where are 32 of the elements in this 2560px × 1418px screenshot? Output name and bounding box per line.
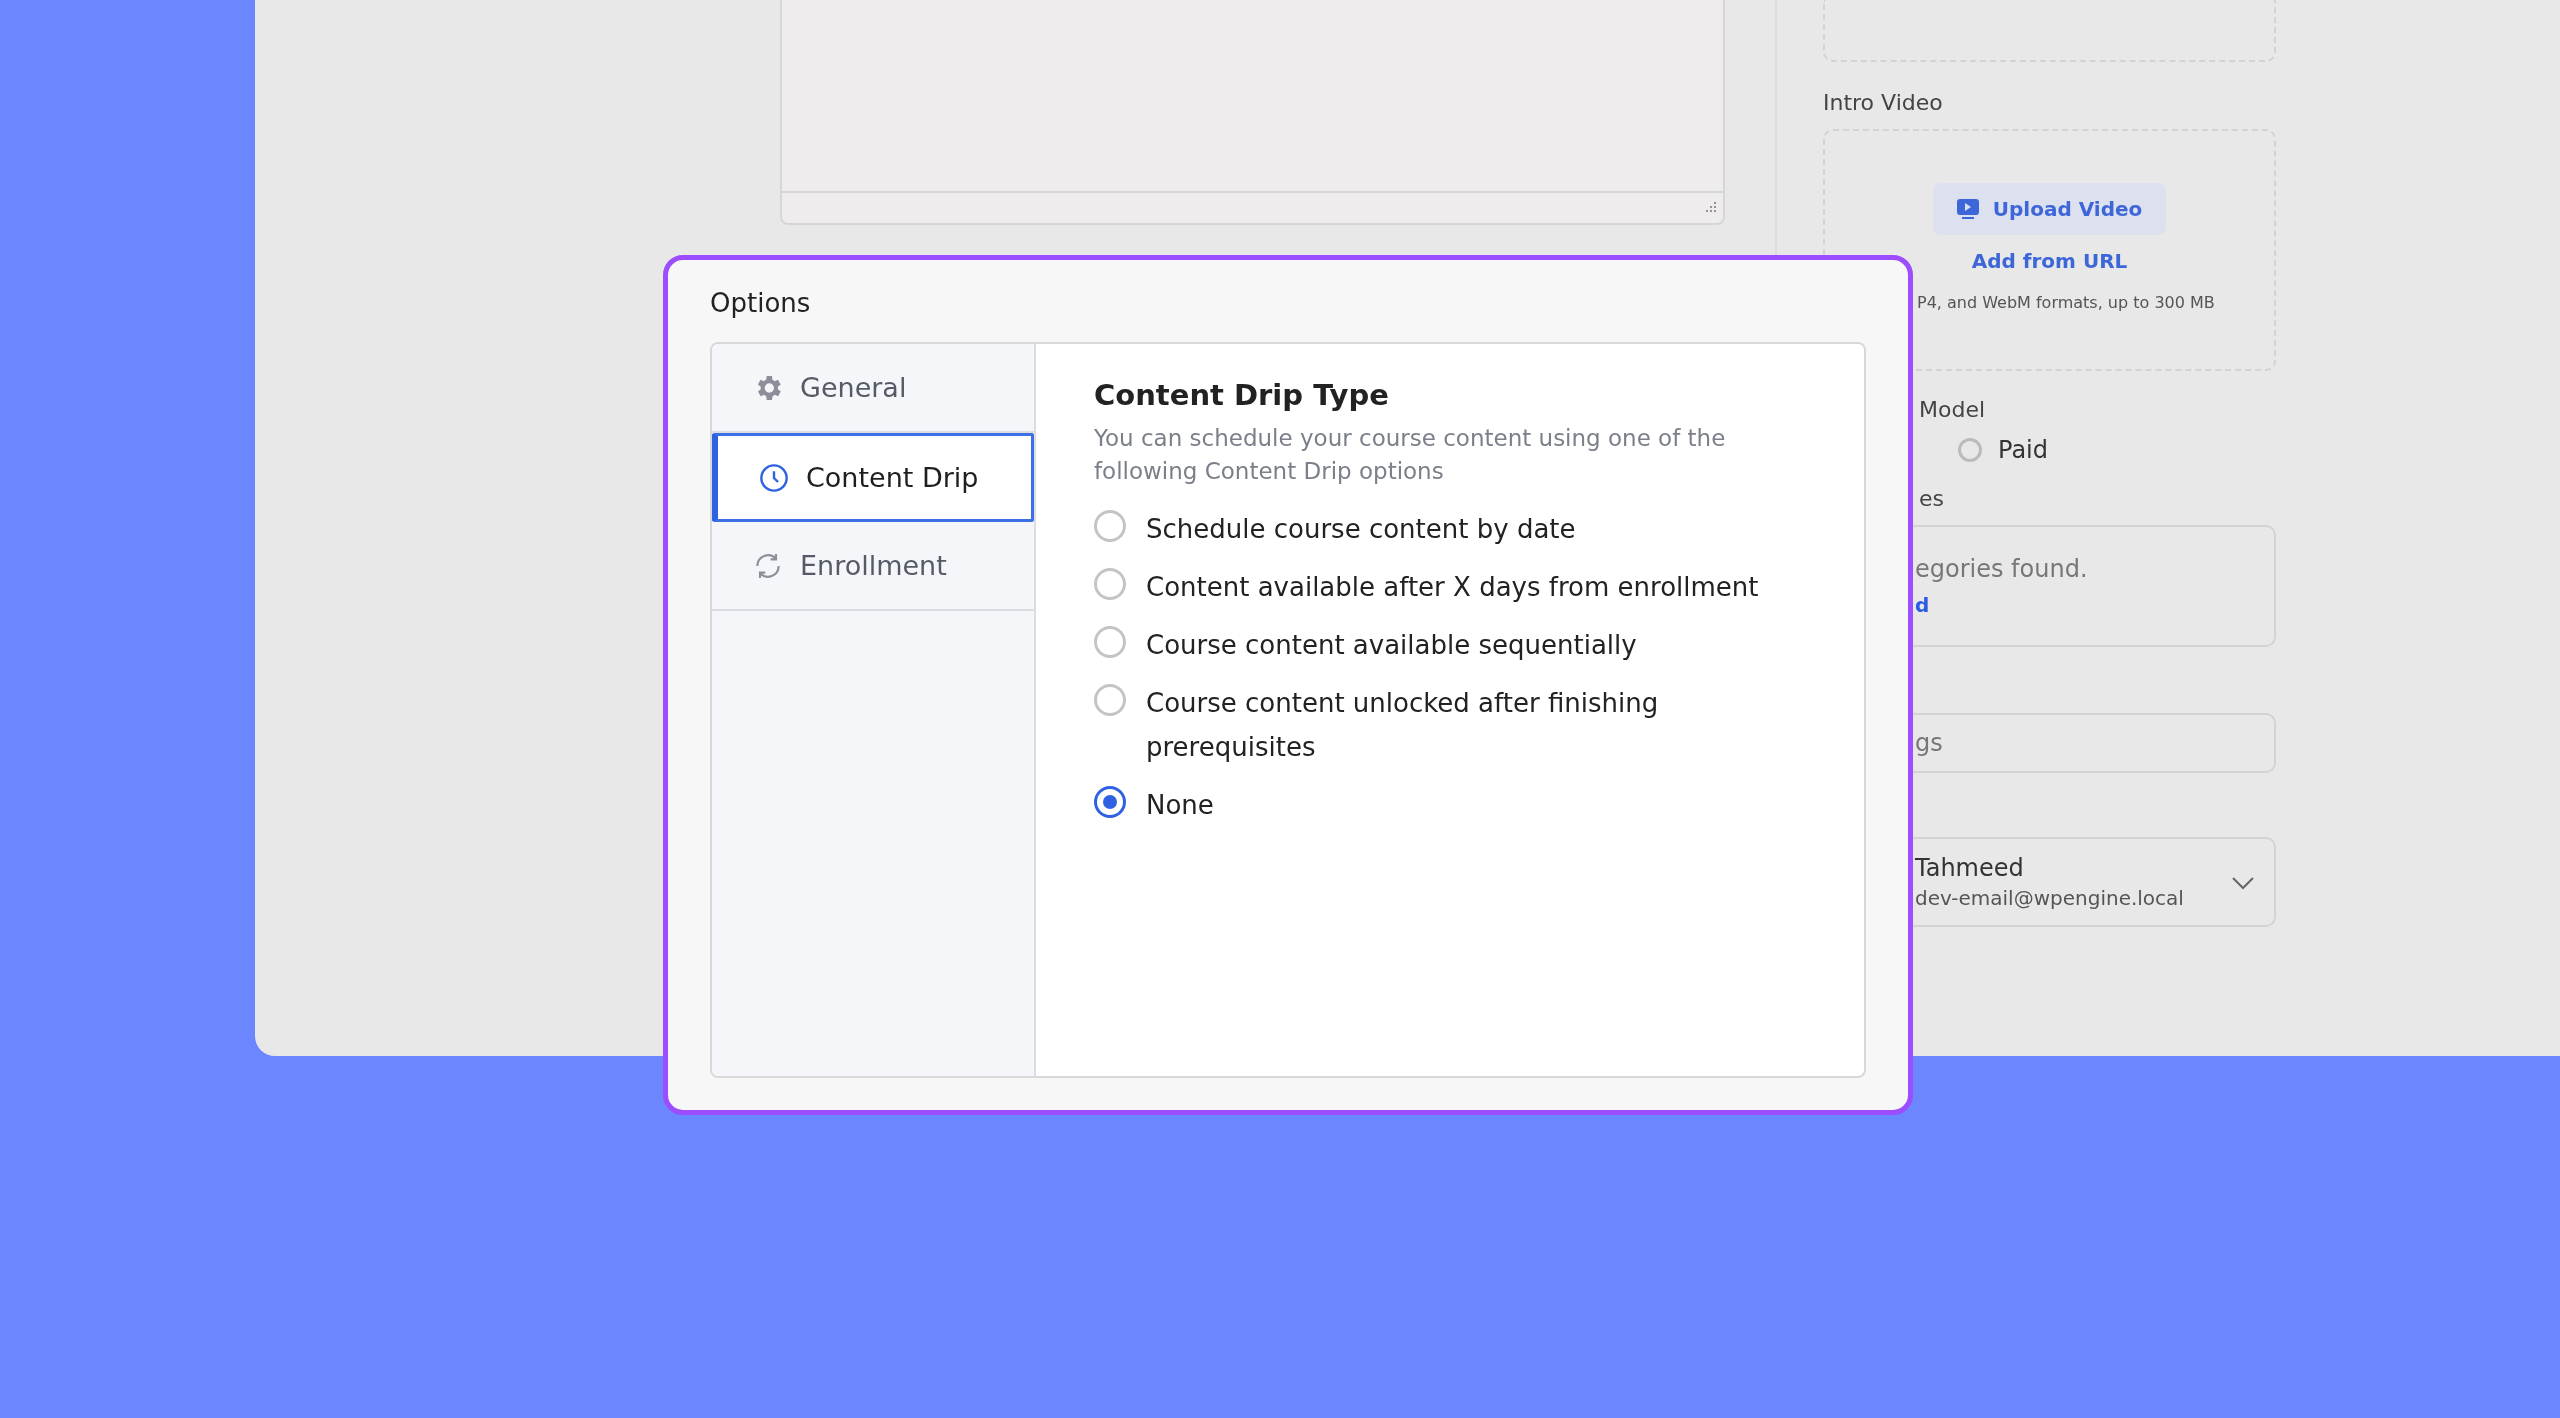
radio-label: Schedule course content by date <box>1146 513 1577 546</box>
radio-button[interactable] <box>1094 510 1126 542</box>
instructor-name: Tahmeed <box>1915 854 2025 882</box>
instructor-email: dev-email@wpengine.local <box>1915 886 2185 910</box>
options-tab[interactable]: Content Drip <box>712 433 1034 522</box>
upload-hint: P4, and WebM formats, up to 300 MB <box>1916 293 2215 312</box>
field-label: es <box>1918 486 1945 511</box>
field-label: Intro Video <box>1823 90 1944 115</box>
field-label: Model <box>1918 397 1987 422</box>
section-heading: Content Drip Type <box>1094 378 1390 412</box>
radio-button[interactable] <box>1958 438 1982 462</box>
empty-message: egories found. <box>1915 555 2089 583</box>
upload-video-button[interactable]: Upload Video <box>1932 183 2167 235</box>
resize-handle-icon[interactable] <box>1703 201 1717 215</box>
video-icon <box>1956 199 1979 219</box>
section-description: You can schedule your course content using one of the following Content Drip options <box>1094 424 1727 486</box>
radio-button[interactable] <box>1094 786 1126 818</box>
radio-label: Course content available sequentially <box>1146 629 1638 662</box>
radio-button[interactable] <box>1094 684 1126 716</box>
chevron-down-icon <box>2232 877 2254 891</box>
radio-button[interactable] <box>1094 626 1126 658</box>
radio-button[interactable] <box>1094 568 1126 600</box>
text-area[interactable] <box>780 0 1725 225</box>
radio-label: Paid <box>1998 436 2048 464</box>
add-link[interactable]: d <box>1915 593 2274 617</box>
radio-label: Content available after X days from enrollment <box>1146 571 1760 604</box>
radio-label: None <box>1146 789 1215 822</box>
radio-label: Course content unlocked after finishing prerequisites <box>1146 687 1660 764</box>
dialog-title: Options <box>710 288 812 318</box>
add-from-url-link[interactable]: Add from URL <box>1971 249 2128 273</box>
clock-icon <box>758 461 790 494</box>
options-tab[interactable]: Enrollment <box>712 522 1034 611</box>
